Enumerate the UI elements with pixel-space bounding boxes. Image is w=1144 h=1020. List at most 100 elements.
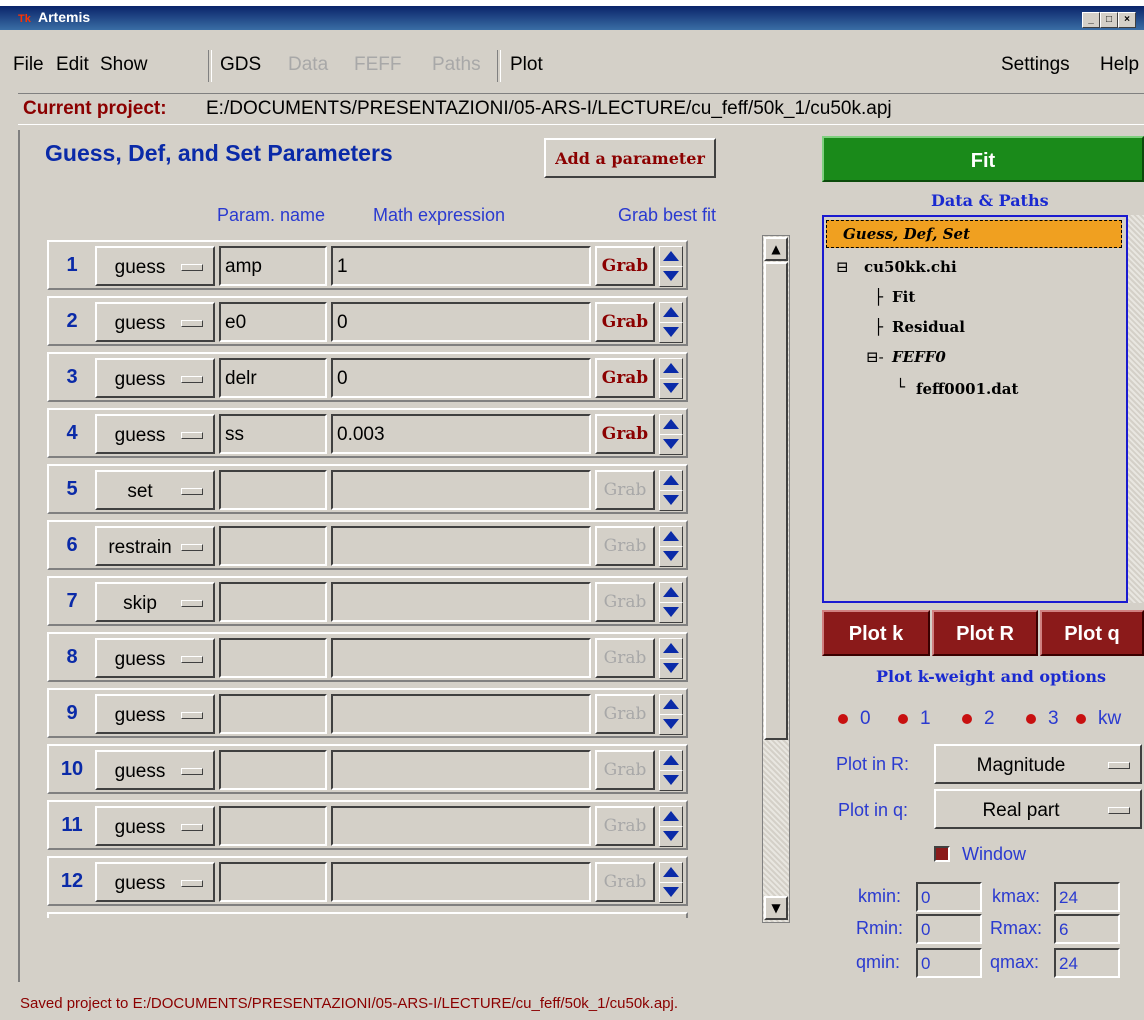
param-name-input[interactable]: ss — [219, 414, 327, 454]
parameter-type-menu[interactable]: guess — [95, 694, 215, 734]
minimize-icon[interactable]: _ — [1082, 12, 1100, 28]
move-up-icon[interactable] — [659, 358, 683, 379]
move-down-icon[interactable] — [659, 434, 683, 455]
kmax-input[interactable]: 24 — [1054, 882, 1120, 912]
move-up-icon[interactable] — [659, 526, 683, 547]
math-expression-input[interactable] — [331, 470, 591, 510]
menu-settings[interactable]: Settings — [1001, 54, 1070, 76]
kmin-input[interactable]: 0 — [916, 882, 982, 912]
add-parameter-button[interactable]: Add a parameter — [544, 138, 716, 178]
move-down-icon[interactable] — [659, 546, 683, 567]
menu-help[interactable]: Help — [1100, 54, 1139, 76]
param-name-input[interactable] — [219, 582, 327, 622]
move-down-icon[interactable] — [659, 490, 683, 511]
menu-plot[interactable]: Plot — [510, 54, 543, 76]
param-name-input[interactable]: amp — [219, 246, 327, 286]
grab-button[interactable]: Grab — [595, 246, 655, 286]
math-expression-input[interactable] — [331, 750, 591, 790]
move-down-icon[interactable] — [659, 658, 683, 679]
tree-item-guess-def-set[interactable]: Guess, Def, Set — [826, 220, 1122, 248]
math-expression-input[interactable] — [331, 526, 591, 566]
fit-button[interactable]: Fit — [822, 136, 1144, 182]
move-up-icon[interactable] — [659, 750, 683, 771]
parameter-type-menu[interactable]: guess — [95, 246, 215, 286]
tree-item-feff[interactable]: FEFF0 — [892, 348, 946, 366]
math-expression-input[interactable] — [331, 806, 591, 846]
parameter-type-menu[interactable]: guess — [95, 806, 215, 846]
parameter-type-menu[interactable]: guess — [95, 302, 215, 342]
close-icon[interactable]: × — [1118, 12, 1136, 28]
move-up-icon[interactable] — [659, 246, 683, 267]
move-up-icon[interactable] — [659, 694, 683, 715]
math-expression-input[interactable]: 0 — [331, 302, 591, 342]
menu-edit[interactable]: Edit — [56, 54, 89, 76]
param-name-input[interactable] — [219, 862, 327, 902]
grab-button[interactable]: Grab — [595, 302, 655, 342]
menu-gds[interactable]: GDS — [220, 54, 261, 76]
maximize-icon[interactable]: □ — [1100, 12, 1118, 28]
move-down-icon[interactable] — [659, 322, 683, 343]
param-name-input[interactable] — [219, 638, 327, 678]
move-down-icon[interactable] — [659, 602, 683, 623]
grab-button[interactable]: Grab — [595, 358, 655, 398]
move-up-icon[interactable] — [659, 414, 683, 435]
move-up-icon[interactable] — [659, 302, 683, 323]
parameter-type-menu[interactable]: guess — [95, 750, 215, 790]
menu-show[interactable]: Show — [100, 54, 148, 76]
tree-item-data-file[interactable]: cu50kk.chi — [864, 258, 957, 276]
param-name-input[interactable]: delr — [219, 358, 327, 398]
move-up-icon[interactable] — [659, 582, 683, 603]
parameter-type-menu[interactable]: set — [95, 470, 215, 510]
param-name-input[interactable] — [219, 806, 327, 846]
tree-item-residual[interactable]: Residual — [892, 318, 965, 336]
parameter-type-menu[interactable]: restrain — [95, 526, 215, 566]
math-expression-input[interactable] — [331, 862, 591, 902]
param-name-input[interactable] — [219, 470, 327, 510]
tree-scrollbar[interactable] — [1128, 215, 1144, 603]
scrollbar-thumb[interactable] — [764, 262, 788, 740]
plot-q-button[interactable]: Plot q — [1040, 610, 1144, 656]
move-down-icon[interactable] — [659, 882, 683, 903]
math-expression-input[interactable]: 1 — [331, 246, 591, 286]
collapse-icon[interactable]: ⊟ — [836, 258, 849, 276]
move-down-icon[interactable] — [659, 378, 683, 399]
move-down-icon[interactable] — [659, 826, 683, 847]
move-down-icon[interactable] — [659, 714, 683, 735]
rmin-input[interactable]: 0 — [916, 914, 982, 944]
move-down-icon[interactable] — [659, 266, 683, 287]
math-expression-input[interactable] — [331, 694, 591, 734]
parameter-type-menu[interactable]: guess — [95, 638, 215, 678]
collapse-icon[interactable]: ⊟- — [866, 348, 884, 366]
math-expression-input[interactable]: 0.003 — [331, 414, 591, 454]
window-checkbox[interactable] — [934, 846, 950, 862]
parameter-type-menu[interactable]: guess — [95, 862, 215, 902]
move-up-icon[interactable] — [659, 638, 683, 659]
math-expression-input[interactable]: 0 — [331, 358, 591, 398]
plot-k-button[interactable]: Plot k — [822, 610, 930, 656]
tree-item-path-file[interactable]: feff0001.dat — [916, 380, 1018, 398]
menu-file[interactable]: File — [13, 54, 44, 76]
parameter-type-menu[interactable]: guess — [95, 414, 215, 454]
plot-in-r-menu[interactable]: Magnitude — [934, 744, 1142, 784]
scroll-up-icon[interactable]: ▲ — [764, 237, 788, 261]
param-name-input[interactable] — [219, 750, 327, 790]
move-up-icon[interactable] — [659, 862, 683, 883]
parameter-type-menu[interactable]: skip — [95, 582, 215, 622]
param-name-input[interactable] — [219, 694, 327, 734]
qmin-input[interactable]: 0 — [916, 948, 982, 978]
math-expression-input[interactable] — [331, 638, 591, 678]
qmax-input[interactable]: 24 — [1054, 948, 1120, 978]
param-name-input[interactable]: e0 — [219, 302, 327, 342]
move-up-icon[interactable] — [659, 806, 683, 827]
rmax-input[interactable]: 6 — [1054, 914, 1120, 944]
move-up-icon[interactable] — [659, 470, 683, 491]
plot-in-q-menu[interactable]: Real part — [934, 789, 1142, 829]
grab-button[interactable]: Grab — [595, 414, 655, 454]
parameter-type-menu[interactable]: guess — [95, 358, 215, 398]
math-expression-input[interactable] — [331, 582, 591, 622]
param-name-input[interactable] — [219, 526, 327, 566]
plot-r-button[interactable]: Plot R — [932, 610, 1038, 656]
tree-item-fit[interactable]: Fit — [892, 288, 915, 306]
scroll-down-icon[interactable]: ▼ — [764, 896, 788, 920]
move-down-icon[interactable] — [659, 770, 683, 791]
